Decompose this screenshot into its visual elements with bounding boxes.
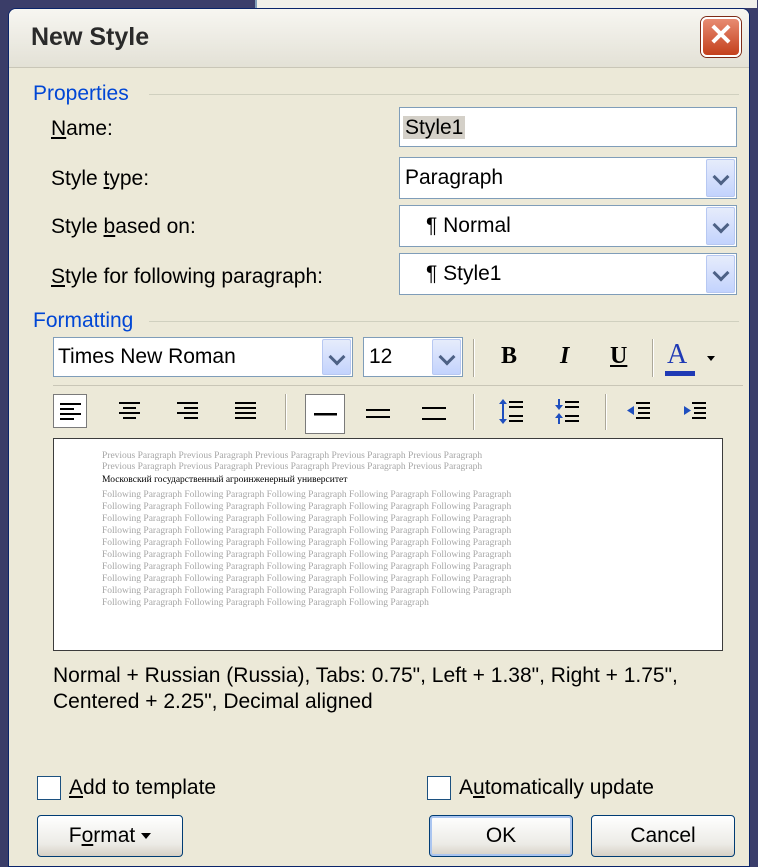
preview-following-line: Following Paragraph Following Paragraph … <box>102 586 512 596</box>
automatically-update-label[interactable]: Automatically update <box>459 776 654 800</box>
style-type-label: Style type: <box>51 167 150 190</box>
one-half-spacing-icon <box>366 409 390 418</box>
bold-icon: B <box>501 343 518 369</box>
increase-paragraph-spacing-button[interactable] <box>493 394 527 428</box>
underline-icon: U <box>610 343 628 369</box>
toolbar-separator <box>652 339 654 377</box>
preview-following-line: Following Paragraph Following Paragraph … <box>102 514 512 524</box>
close-icon: ✕ <box>708 19 734 52</box>
chevron-down-icon[interactable] <box>707 356 715 361</box>
italic-button[interactable]: I <box>549 341 583 375</box>
toolbar-row-divider <box>53 385 743 386</box>
ok-button[interactable]: OK <box>429 815 573 857</box>
name-input[interactable]: Style1 <box>399 107 737 147</box>
cancel-button-label: Cancel <box>630 824 696 847</box>
align-left-icon <box>60 403 81 420</box>
preview-following-line: Following Paragraph Following Paragraph … <box>102 598 429 608</box>
decrease-indent-button[interactable] <box>621 394 655 428</box>
align-center-button[interactable] <box>113 394 147 428</box>
bold-button[interactable]: B <box>493 341 527 375</box>
align-right-icon <box>177 402 198 419</box>
toolbar-separator <box>285 394 287 430</box>
format-button[interactable]: Format <box>37 815 183 857</box>
add-to-template-checkbox[interactable] <box>37 776 61 800</box>
align-center-icon <box>119 402 140 419</box>
formatting-section-label: Formatting <box>33 309 134 332</box>
based-on-value: ¶ Normal <box>426 214 511 237</box>
double-spacing-icon <box>422 407 446 420</box>
align-left-button[interactable] <box>53 394 87 428</box>
preview-previous-line: Previous Paragraph Previous Paragraph Pr… <box>102 451 483 461</box>
new-style-dialog: New Style ✕ Properties Name: Style1 Styl… <box>8 8 750 867</box>
toolbar-separator <box>473 394 475 430</box>
ok-button-label: OK <box>485 824 517 847</box>
font-size-select[interactable]: 12 <box>363 337 463 377</box>
font-color-swatch <box>665 371 695 376</box>
name-value: Style1 <box>403 116 466 139</box>
font-name-select[interactable]: Times New Roman <box>53 337 353 377</box>
following-paragraph-select[interactable]: ¶ Style1 <box>399 253 737 295</box>
dialog-title: New Style <box>31 23 150 51</box>
add-to-template-label[interactable]: Add to template <box>69 776 216 800</box>
toolbar-separator <box>473 339 475 377</box>
one-half-spacing-button[interactable] <box>361 397 395 431</box>
preview-following-line: Following Paragraph Following Paragraph … <box>102 502 512 512</box>
preview-following-line: Following Paragraph Following Paragraph … <box>102 550 512 560</box>
chevron-down-icon[interactable] <box>322 339 351 375</box>
name-label: Name: <box>51 117 113 140</box>
justify-button[interactable] <box>229 394 263 428</box>
style-description: Normal + Russian (Russia), Tabs: 0.75", … <box>53 663 743 715</box>
close-button[interactable]: ✕ <box>701 17 741 57</box>
preview-following-line: Following Paragraph Following Paragraph … <box>102 526 512 536</box>
align-right-button[interactable] <box>171 394 205 428</box>
style-description-line: Normal + Russian (Russia), Tabs: 0.75", … <box>53 664 678 687</box>
chevron-down-icon[interactable] <box>706 207 735 245</box>
preview-current-line: Московский государственный агроинженерны… <box>102 475 348 485</box>
background-document-edge <box>255 0 757 8</box>
double-spacing-button[interactable] <box>417 397 451 431</box>
preview-following-line: Following Paragraph Following Paragraph … <box>102 574 512 584</box>
font-color-icon: A <box>667 339 688 370</box>
preview-previous-line: Previous Paragraph Previous Paragraph Pr… <box>102 462 483 472</box>
following-paragraph-label: Style for following paragraph: <box>51 265 323 288</box>
underline-button[interactable]: U <box>603 341 637 375</box>
decrease-paragraph-spacing-button[interactable] <box>549 394 583 428</box>
cancel-button[interactable]: Cancel <box>591 815 735 857</box>
font-size-value: 12 <box>369 345 393 368</box>
style-type-value: Paragraph <box>405 166 504 189</box>
chevron-down-icon[interactable] <box>706 255 735 293</box>
format-button-label: Format <box>68 824 136 847</box>
caret-down-icon <box>141 833 152 840</box>
toolbar-separator <box>605 394 607 430</box>
increase-indent-button[interactable] <box>677 394 711 428</box>
increase-spacing-icon <box>499 399 523 424</box>
based-on-label: Style based on: <box>51 215 196 238</box>
increase-indent-icon <box>684 402 706 419</box>
preview-following-line: Following Paragraph Following Paragraph … <box>102 538 512 548</box>
italic-icon: I <box>560 343 570 369</box>
style-description-line: Centered + 2.25", Decimal aligned <box>53 690 373 713</box>
preview-following-line: Following Paragraph Following Paragraph … <box>102 490 512 500</box>
properties-divider <box>149 94 739 95</box>
style-preview: Previous Paragraph Previous Paragraph Pr… <box>53 438 723 651</box>
following-paragraph-value: ¶ Style1 <box>426 262 502 285</box>
based-on-select[interactable]: ¶ Normal <box>399 205 737 247</box>
chevron-down-icon[interactable] <box>706 159 735 197</box>
font-name-value: Times New Roman <box>58 345 236 368</box>
single-spacing-button[interactable] <box>305 394 345 434</box>
font-color-button[interactable]: A <box>661 339 723 377</box>
preview-following-line: Following Paragraph Following Paragraph … <box>102 562 512 572</box>
decrease-indent-icon <box>627 402 650 419</box>
automatically-update-checkbox[interactable] <box>427 776 451 800</box>
decrease-spacing-icon <box>555 399 579 424</box>
title-bar[interactable]: New Style ✕ <box>9 9 749 68</box>
single-spacing-icon <box>314 413 337 416</box>
chevron-down-icon[interactable] <box>432 339 461 375</box>
justify-icon <box>235 402 256 419</box>
style-type-select[interactable]: Paragraph <box>399 157 737 199</box>
properties-section-label: Properties <box>33 82 129 105</box>
formatting-divider <box>149 321 739 322</box>
